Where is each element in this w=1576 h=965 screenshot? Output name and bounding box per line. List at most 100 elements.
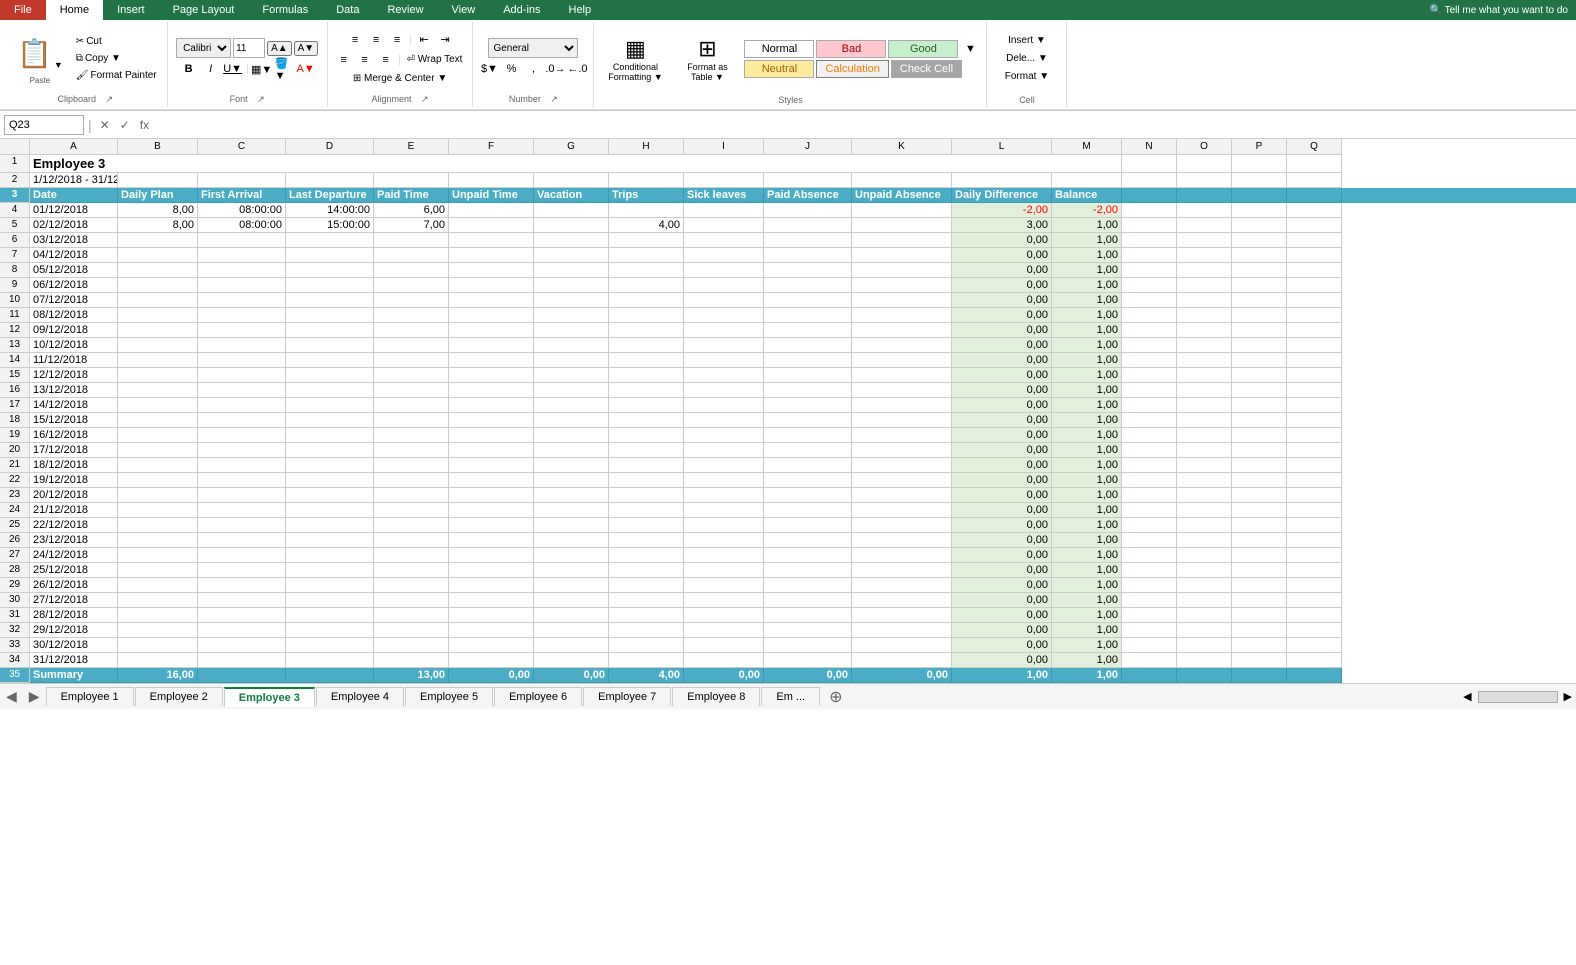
cell-g7[interactable]: [534, 248, 609, 263]
tab-home[interactable]: Home: [46, 0, 103, 20]
cell-f4[interactable]: [449, 203, 534, 218]
cell-i15[interactable]: [684, 368, 764, 383]
tab-insert[interactable]: Insert: [103, 0, 159, 20]
cell-i31[interactable]: [684, 608, 764, 623]
cell-a5[interactable]: 02/12/2018: [30, 218, 118, 233]
cell-h7[interactable]: [609, 248, 684, 263]
cell-e23[interactable]: [374, 488, 449, 503]
merge-center-button[interactable]: ⊞ Merge & Center ▼: [349, 71, 451, 86]
cell-q11[interactable]: [1287, 308, 1342, 323]
cell-b22[interactable]: [118, 473, 198, 488]
horizontal-scroll-right[interactable]: ▶: [1560, 690, 1576, 703]
tab-review[interactable]: Review: [373, 0, 437, 20]
cell-g24[interactable]: [534, 503, 609, 518]
cell-k20[interactable]: [852, 443, 952, 458]
cell-d9[interactable]: [286, 278, 374, 293]
cell-b13[interactable]: [118, 338, 198, 353]
cell-e32[interactable]: [374, 623, 449, 638]
cell-p28[interactable]: [1232, 563, 1287, 578]
cell-k35[interactable]: 0,00: [852, 668, 952, 683]
cell-c17[interactable]: [198, 398, 286, 413]
cell-c8[interactable]: [198, 263, 286, 278]
tab-page-layout[interactable]: Page Layout: [159, 0, 249, 20]
cell-d6[interactable]: [286, 233, 374, 248]
cell-l14[interactable]: 0,00: [952, 353, 1052, 368]
cell-n21[interactable]: [1122, 458, 1177, 473]
cell-n4[interactable]: [1122, 203, 1177, 218]
cell-k27[interactable]: [852, 548, 952, 563]
cell-h28[interactable]: [609, 563, 684, 578]
cell-q15[interactable]: [1287, 368, 1342, 383]
cell-d5[interactable]: 15:00:00: [286, 218, 374, 233]
cell-e28[interactable]: [374, 563, 449, 578]
cell-f18[interactable]: [449, 413, 534, 428]
cell-j12[interactable]: [764, 323, 852, 338]
cell-p13[interactable]: [1232, 338, 1287, 353]
cell-l11[interactable]: 0,00: [952, 308, 1052, 323]
cell-i19[interactable]: [684, 428, 764, 443]
cell-h15[interactable]: [609, 368, 684, 383]
style-bad[interactable]: Bad: [816, 40, 886, 58]
cell-h27[interactable]: [609, 548, 684, 563]
cell-c27[interactable]: [198, 548, 286, 563]
cell-k1[interactable]: [852, 155, 952, 173]
cell-a25[interactable]: 22/12/2018: [30, 518, 118, 533]
cell-c6[interactable]: [198, 233, 286, 248]
cell-g3[interactable]: Vacation: [534, 188, 609, 203]
cell-k6[interactable]: [852, 233, 952, 248]
cell-f15[interactable]: [449, 368, 534, 383]
cell-i12[interactable]: [684, 323, 764, 338]
cell-o18[interactable]: [1177, 413, 1232, 428]
cell-f10[interactable]: [449, 293, 534, 308]
cell-i34[interactable]: [684, 653, 764, 668]
cell-p10[interactable]: [1232, 293, 1287, 308]
cell-b25[interactable]: [118, 518, 198, 533]
cell-k17[interactable]: [852, 398, 952, 413]
cell-p29[interactable]: [1232, 578, 1287, 593]
cell-l34[interactable]: 0,00: [952, 653, 1052, 668]
cell-a18[interactable]: 15/12/2018: [30, 413, 118, 428]
cell-q17[interactable]: [1287, 398, 1342, 413]
cell-f31[interactable]: [449, 608, 534, 623]
cell-j23[interactable]: [764, 488, 852, 503]
cell-c20[interactable]: [198, 443, 286, 458]
cell-o4[interactable]: [1177, 203, 1232, 218]
cell-a30[interactable]: 27/12/2018: [30, 593, 118, 608]
font-size-increase[interactable]: A▲: [267, 41, 292, 56]
cell-m10[interactable]: 1,00: [1052, 293, 1122, 308]
cell-h31[interactable]: [609, 608, 684, 623]
cell-b1[interactable]: [118, 155, 198, 173]
cell-e33[interactable]: [374, 638, 449, 653]
cell-l22[interactable]: 0,00: [952, 473, 1052, 488]
cell-k28[interactable]: [852, 563, 952, 578]
cell-k26[interactable]: [852, 533, 952, 548]
cell-l23[interactable]: 0,00: [952, 488, 1052, 503]
cell-j7[interactable]: [764, 248, 852, 263]
cell-o30[interactable]: [1177, 593, 1232, 608]
cell-k8[interactable]: [852, 263, 952, 278]
cell-h29[interactable]: [609, 578, 684, 593]
cell-j29[interactable]: [764, 578, 852, 593]
col-header-m[interactable]: M: [1052, 139, 1122, 155]
cell-c16[interactable]: [198, 383, 286, 398]
cell-n12[interactable]: [1122, 323, 1177, 338]
cell-f11[interactable]: [449, 308, 534, 323]
cell-j15[interactable]: [764, 368, 852, 383]
cell-p33[interactable]: [1232, 638, 1287, 653]
cell-f3[interactable]: Unpaid Time: [449, 188, 534, 203]
cell-e3[interactable]: Paid Time: [374, 188, 449, 203]
cell-b31[interactable]: [118, 608, 198, 623]
cell-j25[interactable]: [764, 518, 852, 533]
cell-h14[interactable]: [609, 353, 684, 368]
cell-f20[interactable]: [449, 443, 534, 458]
cell-e7[interactable]: [374, 248, 449, 263]
cell-c18[interactable]: [198, 413, 286, 428]
cell-c15[interactable]: [198, 368, 286, 383]
cell-n22[interactable]: [1122, 473, 1177, 488]
cell-j13[interactable]: [764, 338, 852, 353]
cell-f24[interactable]: [449, 503, 534, 518]
align-top-center[interactable]: ≡: [366, 31, 386, 49]
cell-h17[interactable]: [609, 398, 684, 413]
cell-i29[interactable]: [684, 578, 764, 593]
cell-n31[interactable]: [1122, 608, 1177, 623]
